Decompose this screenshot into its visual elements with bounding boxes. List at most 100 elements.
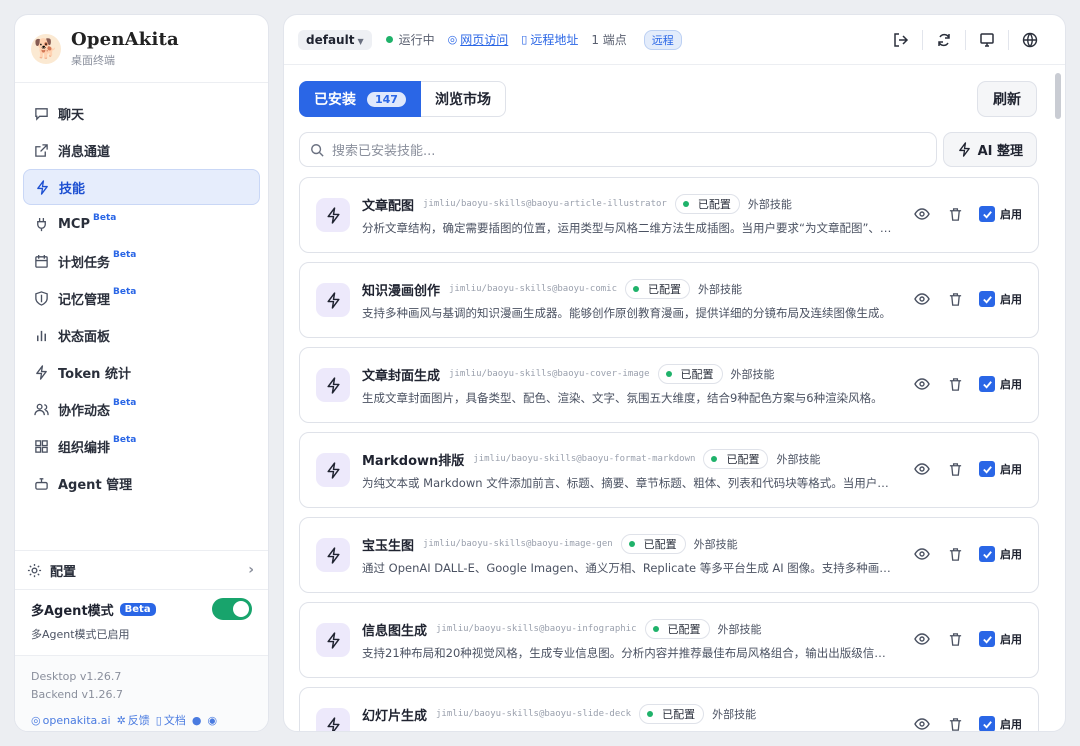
sidebar-item-label: 聊天 xyxy=(58,104,84,123)
settings-row[interactable]: 配置 › xyxy=(15,550,268,590)
eye-icon[interactable] xyxy=(913,290,931,308)
shield-icon xyxy=(33,290,49,306)
trash-icon[interactable] xyxy=(946,375,964,393)
trash-icon[interactable] xyxy=(946,205,964,223)
sidebar-item-agent-management[interactable]: Agent 管理 xyxy=(23,465,260,501)
skills-tabs: 已安装 147 浏览市场 xyxy=(299,81,506,117)
trash-icon[interactable] xyxy=(946,630,964,648)
external-skill-label: 外部技能 xyxy=(748,196,792,212)
lightning-icon xyxy=(316,453,350,487)
beta-badge: Beta xyxy=(120,603,156,616)
beta-tag: Beta xyxy=(113,287,136,297)
remote-address-link[interactable]: ▯远程地址 xyxy=(521,31,578,48)
sidebar-item-channels[interactable]: 消息通道 xyxy=(23,132,260,168)
trash-icon[interactable] xyxy=(946,290,964,308)
refresh-icon[interactable] xyxy=(922,30,965,50)
enable-checkbox[interactable] xyxy=(979,376,995,392)
skill-card[interactable]: 文章封面生成jimliu/baoyu-skills@baoyu-cover-im… xyxy=(299,347,1039,423)
enable-checkbox[interactable] xyxy=(979,206,995,222)
eye-icon[interactable] xyxy=(913,630,931,648)
github-icon[interactable]: ● xyxy=(192,714,202,727)
tab-market[interactable]: 浏览市场 xyxy=(421,81,506,117)
docs-link[interactable]: 文档 xyxy=(164,712,186,728)
chevron-right-icon: › xyxy=(248,562,254,578)
skill-actions: 启用 xyxy=(913,290,1022,308)
refresh-button[interactable]: 刷新 xyxy=(977,81,1037,117)
users-icon xyxy=(33,401,49,417)
eye-icon[interactable] xyxy=(913,715,931,732)
trash-icon[interactable] xyxy=(946,545,964,563)
eye-icon[interactable] xyxy=(913,375,931,393)
external-skill-label: 外部技能 xyxy=(776,451,820,467)
eye-icon[interactable] xyxy=(913,460,931,478)
sidebar-item-token-stats[interactable]: Token 统计 xyxy=(23,354,260,390)
endpoint-count: 1 端点 xyxy=(591,31,626,48)
skill-card[interactable]: Markdown排版jimliu/baoyu-skills@baoyu-form… xyxy=(299,432,1039,508)
skill-name: 信息图生成 xyxy=(362,620,427,639)
external-skill-label: 外部技能 xyxy=(731,366,775,382)
skill-path: jimliu/baoyu-skills@baoyu-image-gen xyxy=(423,539,613,549)
sidebar-item-collaboration[interactable]: 协作动态 Beta xyxy=(23,391,260,427)
settings-label: 配置 xyxy=(50,561,76,580)
beta-tag: Beta xyxy=(113,435,136,445)
skill-card[interactable]: 文章配图jimliu/baoyu-skills@baoyu-article-il… xyxy=(299,177,1039,253)
sidebar-item-mcp[interactable]: MCP Beta xyxy=(23,206,260,242)
tab-installed[interactable]: 已安装 147 xyxy=(299,81,421,117)
skill-card[interactable]: 宝玉生图 jimliu/baoyu-skills@baoyu-image-gen 已… xyxy=(299,517,1039,593)
configured-badge: 已配置 xyxy=(621,534,686,554)
sidebar-item-status-panel[interactable]: 状态面板 xyxy=(23,317,260,353)
eye-icon[interactable] xyxy=(913,205,931,223)
enable-checkbox[interactable] xyxy=(979,461,995,477)
web-access-link[interactable]: ◎网页访问 xyxy=(448,31,509,48)
enable-checkbox[interactable] xyxy=(979,291,995,307)
sidebar-item-scheduled-tasks[interactable]: 计划任务 Beta xyxy=(23,243,260,279)
skill-card[interactable]: 信息图生成 jimliu/baoyu-skills@baoyu-infograph… xyxy=(299,602,1039,678)
skill-card[interactable]: 幻灯片生成jimliu/baoyu-skills@baoyu-slide-dec… xyxy=(299,687,1039,732)
chat-icon xyxy=(33,105,49,121)
sidebar-item-label: MCP xyxy=(58,217,90,232)
feedback-link[interactable]: 反馈 xyxy=(128,712,150,728)
sidebar-item-label: 消息通道 xyxy=(58,141,110,160)
plug-icon xyxy=(33,216,49,232)
skill-actions: 启用 xyxy=(913,545,1022,563)
external-skill-label: 外部技能 xyxy=(712,706,756,722)
skill-name: 知识漫画创作 xyxy=(362,280,440,299)
trash-icon[interactable] xyxy=(946,715,964,732)
sidebar-item-skills[interactable]: 技能 xyxy=(23,169,260,205)
enable-label: 启用 xyxy=(1000,716,1022,732)
lightning-icon xyxy=(316,708,350,732)
enable-label: 启用 xyxy=(1000,376,1022,392)
skill-search-input[interactable]: 搜索已安装技能... xyxy=(299,132,937,167)
multi-agent-toggle[interactable] xyxy=(212,598,252,620)
skill-name: 宝玉生图 xyxy=(362,535,414,554)
skill-card[interactable]: 知识漫画创作jimliu/baoyu-skills@baoyu-comic已配置… xyxy=(299,262,1039,338)
sidebar-item-memory[interactable]: 记忆管理 Beta xyxy=(23,280,260,316)
lightning-icon xyxy=(34,179,50,195)
enable-checkbox[interactable] xyxy=(979,546,995,562)
monitor-icon[interactable] xyxy=(965,30,1008,50)
sidebar-item-chat[interactable]: 聊天 xyxy=(23,95,260,131)
language-globe-icon[interactable] xyxy=(1008,30,1051,50)
enable-checkbox[interactable] xyxy=(979,631,995,647)
configured-badge: 已配置 xyxy=(703,449,768,469)
multi-agent-panel: 多Agent模式 Beta 多Agent模式已启用 xyxy=(15,598,268,642)
multi-agent-status: 多Agent模式已启用 xyxy=(31,626,252,642)
skill-path: jimliu/baoyu-skills@baoyu-slide-deck xyxy=(436,709,631,719)
sidebar-item-orchestration[interactable]: 组织编排 Beta xyxy=(23,428,260,464)
community-icon[interactable]: ◉ xyxy=(207,714,217,727)
skill-path: jimliu/baoyu-skills@baoyu-infographic xyxy=(436,624,636,634)
site-link[interactable]: openakita.ai xyxy=(43,714,111,727)
logout-icon[interactable] xyxy=(879,30,922,50)
workspace-selector[interactable]: default▼ xyxy=(298,30,372,50)
sidebar-item-label: Token 统计 xyxy=(58,363,131,382)
ai-organize-button[interactable]: AI 整理 xyxy=(943,132,1037,167)
configured-badge: 已配置 xyxy=(675,194,740,214)
bar-chart-icon xyxy=(33,327,49,343)
trash-icon[interactable] xyxy=(946,460,964,478)
status-dot xyxy=(386,36,393,43)
eye-icon[interactable] xyxy=(913,545,931,563)
scrollbar-thumb[interactable] xyxy=(1055,73,1061,119)
enable-checkbox[interactable] xyxy=(979,716,995,732)
top-bar-actions xyxy=(879,15,1065,64)
brand-header: 🐕 OpenAkita 桌面终端 xyxy=(15,15,268,83)
